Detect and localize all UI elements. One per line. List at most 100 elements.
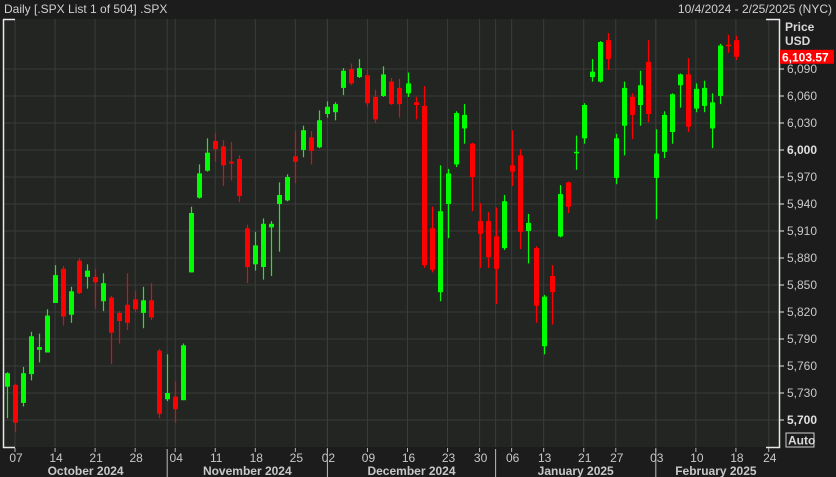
candle [181, 343, 186, 401]
candle-body-up [181, 345, 186, 401]
candle-body-up [526, 222, 531, 231]
month-label: December 2024 [367, 464, 455, 477]
candle [365, 69, 370, 107]
x-tick-label: 21 [89, 451, 103, 465]
candle-body-down [686, 74, 691, 127]
candle [454, 111, 459, 168]
candle-body-down [109, 297, 114, 333]
candle-body-down [494, 236, 499, 269]
candle-body-up [261, 223, 266, 267]
candle-body-up [165, 393, 170, 400]
candle-body-up [718, 45, 723, 96]
x-tick-label: 24 [763, 451, 777, 465]
y-tick-label: 5,940 [787, 197, 817, 211]
candle-body-up [438, 211, 443, 293]
candle-body-down [726, 44, 731, 47]
month-label: February 2025 [675, 464, 757, 477]
x-tick-label: 07 [9, 451, 23, 465]
y-tick-label: 6,030 [787, 116, 817, 130]
date-axis[interactable]: 07 14 21 28 04 11 18 25 02 09 16 23 30 06 13 21 27 03 10 18… [9, 448, 777, 477]
candle [189, 206, 194, 273]
auto-scale-button[interactable]: Auto [785, 432, 815, 448]
candle [718, 43, 723, 105]
x-tick-label: 18 [730, 451, 744, 465]
candle-body-down [630, 96, 635, 115]
candle-body-down [213, 141, 218, 150]
y-tick-label: 6,000 [787, 143, 817, 157]
y-tick-label: 5,880 [787, 251, 817, 265]
candle-body-up [622, 87, 627, 126]
candle-body-down [373, 96, 378, 120]
candle-body-up [189, 213, 194, 273]
candle [662, 111, 667, 159]
candle [542, 294, 547, 355]
candle-body-up [141, 300, 146, 313]
candle-body-up [333, 104, 338, 113]
candle-body-up [21, 373, 26, 403]
candle-body-down [309, 137, 314, 151]
candle-body-up [285, 177, 290, 201]
candle-body-up [29, 336, 34, 375]
y-tick-label: 5,910 [787, 224, 817, 238]
x-tick-label: 10 [690, 451, 704, 465]
candle-body-up [197, 173, 202, 198]
candle-body-up [101, 283, 106, 302]
candle-body-down [534, 248, 539, 306]
month-label: January 2025 [538, 464, 614, 477]
y-tick-label: 5,850 [787, 278, 817, 292]
auto-button-label[interactable]: Auto [788, 434, 815, 448]
candle-body-down [478, 221, 483, 234]
candle [598, 41, 603, 83]
candle [29, 331, 34, 381]
candle [237, 155, 242, 203]
candle-body-down [93, 276, 98, 283]
y-tick-label: 5,970 [787, 170, 817, 184]
candle-body-down [389, 81, 394, 105]
candle [157, 348, 162, 419]
x-tick-label: 18 [250, 451, 264, 465]
candle-body-up [341, 70, 346, 88]
candle [582, 103, 587, 144]
month-label: November 2024 [203, 464, 292, 477]
candle-body-up [253, 245, 258, 265]
candle-body-down [173, 396, 178, 410]
candle-body-down [133, 299, 138, 310]
candle-body-up [5, 373, 10, 387]
candle-body-up [542, 296, 547, 347]
x-tick-label: 02 [322, 451, 336, 465]
x-tick-label: 13 [538, 451, 552, 465]
candle [614, 133, 619, 185]
candle-body-down [470, 143, 475, 177]
candle-body-up [462, 114, 467, 129]
candle-body-up [381, 74, 386, 96]
candle-body-up [53, 275, 58, 303]
y-tick-label: 6,060 [787, 89, 817, 103]
candle-body-up [325, 106, 330, 114]
price-axis-title: Price [785, 20, 815, 34]
candle-body-down [77, 260, 82, 294]
candle [285, 174, 290, 202]
candle-body-up [590, 71, 595, 78]
candle-body-down [646, 61, 651, 114]
candle-body-down [606, 40, 611, 60]
candle-body-up [662, 114, 667, 152]
candle-body-down [518, 155, 523, 232]
candle-body-up [454, 113, 459, 165]
candle-body-up [69, 291, 74, 315]
candle-body-down [157, 350, 162, 414]
candle-body-down [414, 102, 419, 105]
price-axis[interactable]: 5,700 5,730 5,760 5,790 5,820 5,850 5,880 5,910… [779, 62, 817, 427]
x-tick-label: 14 [49, 451, 63, 465]
x-tick-label: 03 [650, 451, 664, 465]
candle-body-down [149, 300, 154, 318]
x-tick-label: 23 [442, 451, 456, 465]
candle [422, 86, 427, 268]
candle-body-down [221, 146, 226, 166]
candle-body-up [37, 347, 42, 350]
candlestick-chart[interactable]: 5,700 5,730 5,760 5,790 5,820 5,850 5,880 5,910… [0, 0, 836, 477]
y-tick-label: 5,820 [787, 305, 817, 319]
candle-body-up [702, 87, 707, 106]
candle-body-up [502, 201, 507, 249]
candle-body-up [654, 153, 659, 178]
last-price-label: 6,103.57 [782, 50, 829, 64]
